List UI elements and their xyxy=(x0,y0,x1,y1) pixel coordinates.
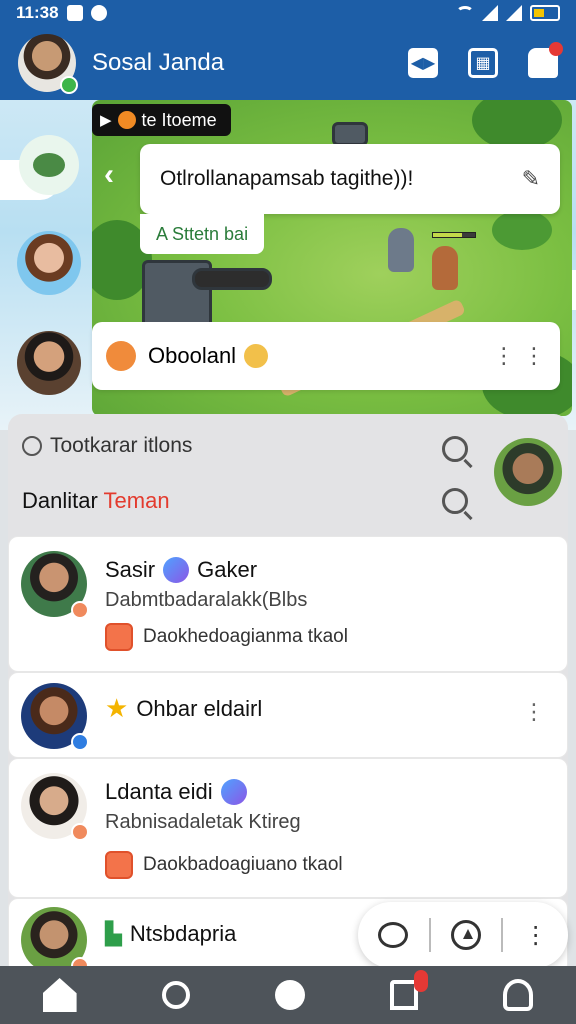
game-tag-label: te Itoeme xyxy=(141,109,217,130)
bottom-navigation xyxy=(0,966,576,1024)
stone xyxy=(332,122,368,146)
friend-avatar[interactable] xyxy=(17,231,81,295)
game-icon xyxy=(117,111,136,129)
friend-status: Dabmtbadaralakk(Blbs xyxy=(105,589,308,611)
friend-status: Rabnisadaletak Ktireg xyxy=(105,811,301,833)
friend-avatar[interactable] xyxy=(21,773,89,841)
friend-name-text: Ohbar eldairl xyxy=(136,695,263,721)
app-status-icon xyxy=(90,5,107,21)
friends-panel: Tootkarar itlons Danlitar Teman Sasir Ga… xyxy=(8,414,568,975)
clock-icon xyxy=(22,436,42,456)
divider xyxy=(428,918,431,952)
app-title: Sosal Janda xyxy=(92,49,225,76)
title-prefix: Danlitar xyxy=(22,488,98,513)
mood-icon xyxy=(163,557,190,583)
star-icon: ★ xyxy=(105,693,129,723)
machine-panel xyxy=(192,268,272,290)
friend-avatar[interactable] xyxy=(21,551,89,619)
friend-note-text: Daokhedoagianma tkaol xyxy=(143,626,348,647)
emoji-face-icon xyxy=(106,341,136,371)
note-icon xyxy=(105,623,133,651)
bookmark-icon[interactable] xyxy=(390,970,429,1010)
floating-action-bar: ⋮ xyxy=(358,902,568,968)
more-options-icon[interactable]: ⋮ ⋮ xyxy=(493,343,546,369)
mood-icon xyxy=(220,779,247,805)
more-options-icon[interactable]: ⋮ xyxy=(523,699,545,725)
left-avatar-column xyxy=(16,135,82,395)
online-badge xyxy=(60,76,78,94)
game-item-label: Oboolanl xyxy=(148,343,237,368)
friend-avatar[interactable] xyxy=(21,683,89,751)
app-header: Sosal Janda ◀▶ ▦ xyxy=(0,26,576,100)
friend-note-text: Daokbadoagiuano tkaol xyxy=(143,854,343,875)
profile-avatar[interactable] xyxy=(18,34,78,94)
tree xyxy=(492,210,552,250)
game-tag[interactable]: ▶ te Itoeme xyxy=(92,104,231,136)
note-icon xyxy=(105,851,133,879)
friend-name-text: Ldanta eidi xyxy=(105,779,213,804)
message-button[interactable]: ◀▶ xyxy=(408,48,438,78)
status-time: 11:38 xyxy=(16,3,59,22)
emoji-gold-icon xyxy=(244,344,269,368)
compass-icon[interactable] xyxy=(450,920,481,950)
notification-icon xyxy=(66,5,83,21)
friend-list-item[interactable]: ★ Ohbar eldairl ⋮ xyxy=(8,672,568,758)
status-badge xyxy=(71,823,89,841)
back-chevron-icon[interactable]: ‹ xyxy=(104,158,114,192)
status-bar: 11:38 xyxy=(0,0,576,26)
sub-tag[interactable]: A Sttetn bai xyxy=(140,214,265,254)
signal-icon xyxy=(482,5,498,21)
flag-icon: ▙ xyxy=(105,921,122,946)
chat-bubble-text: Otlrollanapamsab tagithe))! xyxy=(160,167,414,190)
notification-badge xyxy=(414,970,429,992)
section-label: Tootkarar itlons xyxy=(50,434,193,457)
pen-icon[interactable]: ✎ xyxy=(522,166,540,192)
message-icon: ◀▶ xyxy=(410,55,436,72)
friend-list-item[interactable]: Sasir Gaker Dabmtbadaralakk(Blbs Daokhed… xyxy=(8,536,568,672)
search-nav-icon[interactable] xyxy=(161,981,190,1009)
tree xyxy=(472,100,562,150)
title-accent: Teman xyxy=(103,488,170,513)
status-badge xyxy=(71,601,89,619)
chat-fab-button[interactable] xyxy=(19,135,79,195)
camera-icon: ▶ xyxy=(100,112,112,129)
health-bar xyxy=(432,232,476,238)
battery-icon xyxy=(530,5,560,21)
search-icon[interactable] xyxy=(442,436,468,462)
wifi-icon xyxy=(456,6,474,20)
more-options-icon[interactable]: ⋮ xyxy=(524,921,548,950)
notification-button[interactable] xyxy=(528,42,563,78)
friend-name-text: Ntsbdapria xyxy=(129,921,237,946)
friend-avatar[interactable] xyxy=(21,907,89,975)
chat-bubble-icon[interactable] xyxy=(378,922,409,948)
divider xyxy=(501,918,504,952)
friend-name: Sasir Gaker xyxy=(105,557,257,583)
gallery-button[interactable]: ▦ xyxy=(468,48,498,78)
game-item-card[interactable]: Oboolanl ⋮ ⋮ xyxy=(92,322,560,390)
profile-icon[interactable] xyxy=(503,979,534,1011)
settings-search-icon[interactable] xyxy=(442,488,468,514)
friend-name: ★ Ohbar eldairl xyxy=(105,693,262,724)
friend-name-first: Sasir xyxy=(105,557,156,582)
friend-name-second: Gaker xyxy=(197,557,258,582)
gallery-icon: ▦ xyxy=(475,55,491,72)
verified-badge xyxy=(71,733,89,751)
signal-icon-2 xyxy=(506,5,522,21)
game-avatar[interactable] xyxy=(494,438,562,506)
friend-name: ▙ Ntsbdapria xyxy=(105,921,236,947)
home-icon[interactable] xyxy=(42,978,77,1012)
friend-note: Daokbadoagiuano tkaol xyxy=(105,851,343,879)
friend-note: Daokhedoagianma tkaol xyxy=(105,623,348,651)
friend-list-item[interactable]: Ldanta eidi Rabnisadaletak Ktireg Daokba… xyxy=(8,758,568,898)
section-header: Tootkarar itlons xyxy=(22,434,192,458)
friend-name: Ldanta eidi xyxy=(105,779,247,805)
npc-character[interactable] xyxy=(432,246,458,290)
friends-list-title: Danlitar Teman xyxy=(22,488,170,514)
friend-avatar[interactable] xyxy=(17,331,81,395)
create-icon[interactable] xyxy=(274,980,305,1010)
chat-icon xyxy=(33,153,65,177)
chat-bubble[interactable]: Otlrollanapamsab tagithe))! ✎ xyxy=(140,144,560,214)
player-character[interactable] xyxy=(388,228,414,272)
